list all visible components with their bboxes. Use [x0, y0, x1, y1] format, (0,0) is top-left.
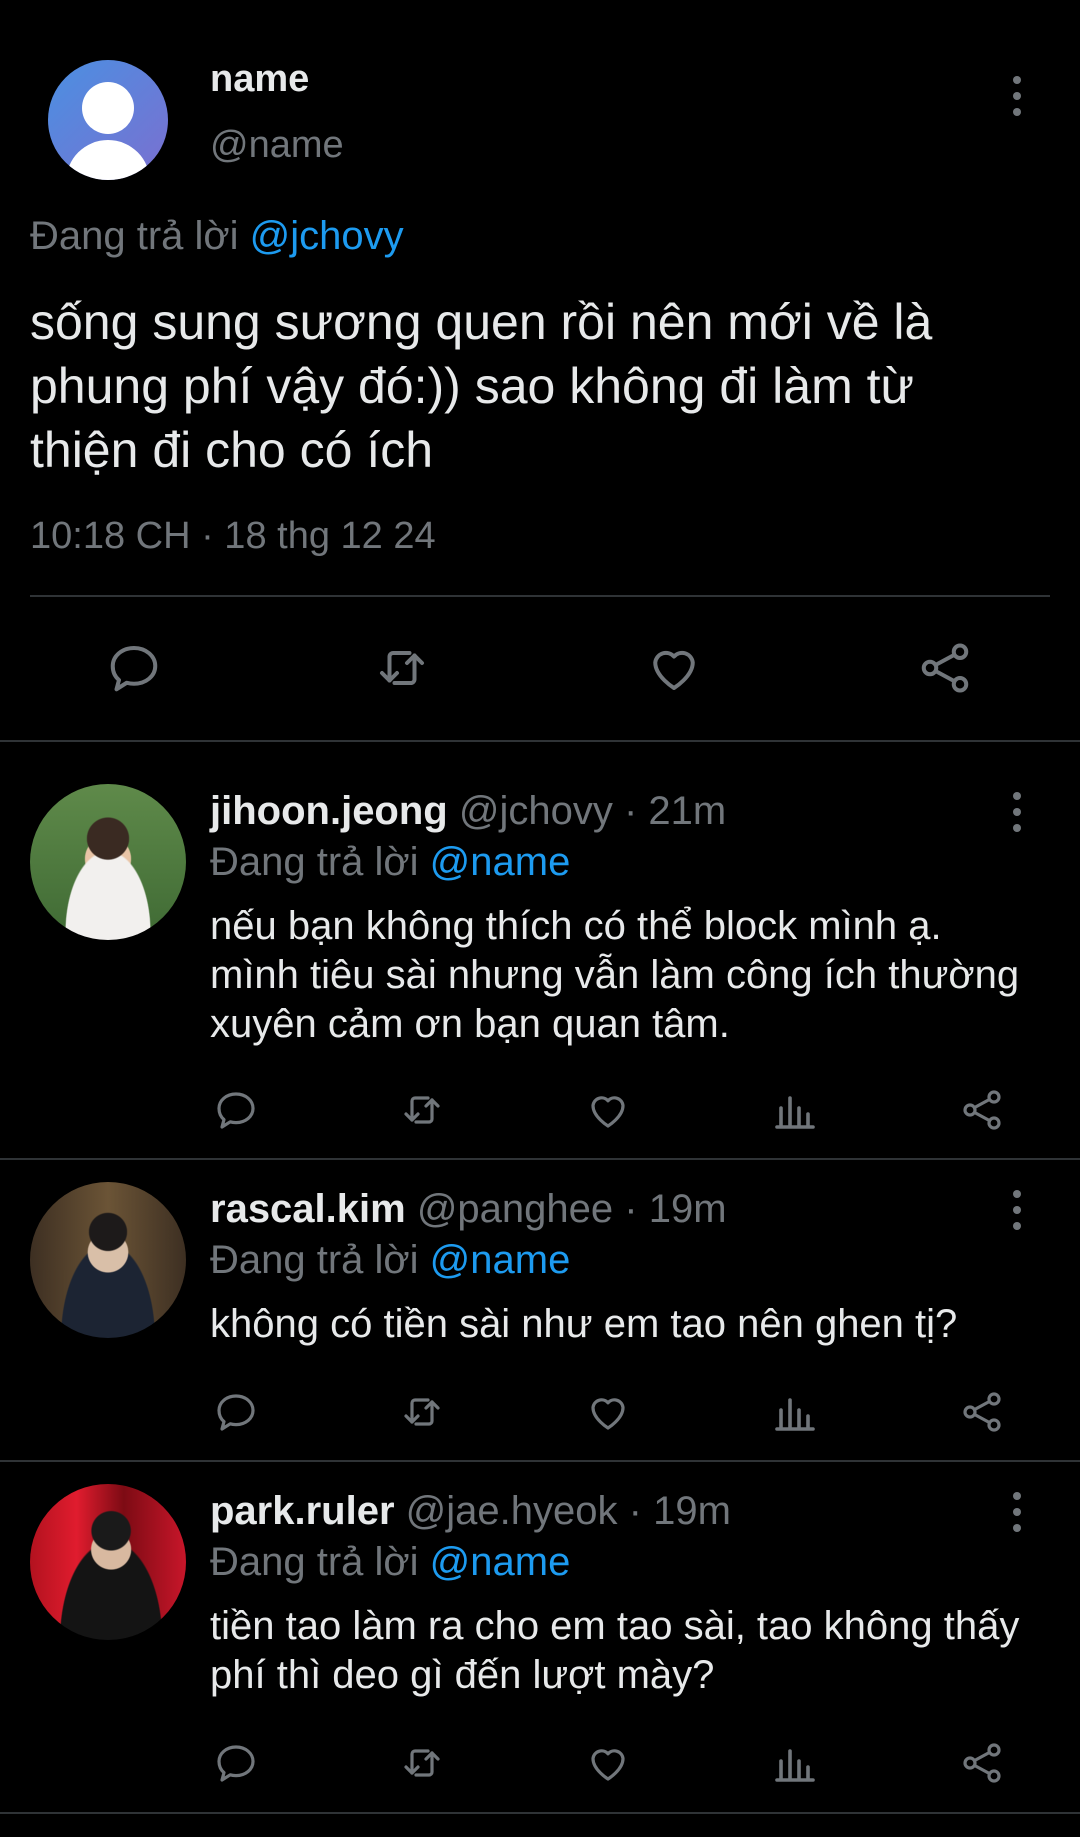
avatar[interactable] [30, 1484, 186, 1640]
retweet-icon[interactable] [372, 638, 432, 698]
reply-time[interactable]: 21m [648, 789, 726, 833]
views-icon[interactable] [771, 1086, 819, 1134]
reply-text: không có tiền sài như em tao nên ghen tị… [210, 1302, 958, 1346]
author-display-name[interactable]: rascal.kim [210, 1187, 406, 1231]
share-icon[interactable] [915, 638, 975, 698]
share-icon[interactable] [958, 1739, 1006, 1787]
reply-header: park.ruler @jae.hyeok · 19m [210, 1489, 731, 1534]
author-display-name[interactable]: name [210, 58, 309, 101]
reply-text: tiền tao làm ra cho em tao sài, tao khôn… [210, 1604, 1020, 1697]
default-avatar-body [66, 140, 150, 180]
like-icon[interactable] [584, 1388, 632, 1436]
replying-to-line: Đang trả lời @name [210, 1540, 570, 1585]
share-icon[interactable] [958, 1086, 1006, 1134]
tweet-text: sống sung sương quen rồi nên mới về là p… [30, 294, 933, 478]
reply-header: rascal.kim @panghee · 19m [210, 1187, 727, 1232]
like-icon[interactable] [644, 638, 704, 698]
avatar[interactable] [30, 1182, 186, 1338]
reply-time[interactable]: 19m [653, 1489, 731, 1533]
like-icon[interactable] [584, 1739, 632, 1787]
author-handle[interactable]: @panghee [417, 1187, 613, 1231]
main-tweet: name @name Đang trả lời @jchovy sống sun… [0, 0, 1080, 742]
reply-time[interactable]: 19m [649, 1187, 727, 1231]
reply-tweet: rascal.kim @panghee · 19m Đang trả lời @… [0, 1160, 1080, 1462]
retweet-icon[interactable] [398, 1739, 446, 1787]
views-icon[interactable] [771, 1739, 819, 1787]
replying-to-line: Đang trả lời @name [210, 840, 570, 885]
reply-icon[interactable] [212, 1086, 260, 1134]
reply-tweet: park.ruler @jae.hyeok · 19m Đang trả lời… [0, 1462, 1080, 1814]
replying-prefix: Đang trả lời [210, 1540, 419, 1584]
replying-prefix: Đang trả lời [30, 214, 239, 258]
author-display-name[interactable]: park.ruler [210, 1489, 395, 1533]
more-options-icon[interactable] [1011, 76, 1023, 116]
avatar[interactable] [30, 784, 186, 940]
author-display-name[interactable]: jihoon.jeong [210, 789, 448, 833]
replying-mention-link[interactable]: @jchovy [250, 214, 404, 258]
more-options-icon[interactable] [1011, 1492, 1023, 1532]
reply-icon[interactable] [212, 1739, 260, 1787]
replying-mention-link[interactable]: @name [430, 1238, 571, 1282]
views-icon[interactable] [771, 1388, 819, 1436]
author-handle[interactable]: @jchovy [459, 789, 613, 833]
author-handle[interactable]: @jae.hyeok [406, 1489, 618, 1533]
separator-dot: · [628, 1489, 642, 1533]
separator-dot: · [624, 1187, 638, 1231]
replying-to-line: Đang trả lời @jchovy [30, 214, 404, 259]
divider [30, 595, 1050, 597]
reply-text: nếu bạn không thích có thể block mình ạ.… [210, 904, 1020, 1046]
replying-prefix: Đang trả lời [210, 1238, 419, 1282]
reply-header: jihoon.jeong @jchovy · 21m [210, 789, 726, 834]
replying-to-line: Đang trả lời @name [210, 1238, 570, 1283]
author-handle[interactable]: @name [210, 124, 344, 167]
avatar[interactable] [48, 60, 168, 180]
like-icon[interactable] [584, 1086, 632, 1134]
reply-icon[interactable] [212, 1388, 260, 1436]
tweet-thread-screen: name @name Đang trả lời @jchovy sống sun… [0, 0, 1080, 1837]
replying-mention-link[interactable]: @name [430, 1540, 571, 1584]
separator-dot: · [623, 789, 638, 833]
reply-icon[interactable] [104, 638, 164, 698]
retweet-icon[interactable] [398, 1086, 446, 1134]
replying-mention-link[interactable]: @name [430, 840, 571, 884]
reply-tweet: jihoon.jeong @jchovy · 21m Đang trả lời … [0, 742, 1080, 1160]
share-icon[interactable] [958, 1388, 1006, 1436]
more-options-icon[interactable] [1011, 792, 1023, 832]
retweet-icon[interactable] [398, 1388, 446, 1436]
tweet-timestamp[interactable]: 10:18 CH · 18 thg 12 24 [30, 515, 436, 558]
replying-prefix: Đang trả lời [210, 840, 419, 884]
more-options-icon[interactable] [1011, 1190, 1023, 1230]
default-avatar-head [82, 82, 134, 134]
